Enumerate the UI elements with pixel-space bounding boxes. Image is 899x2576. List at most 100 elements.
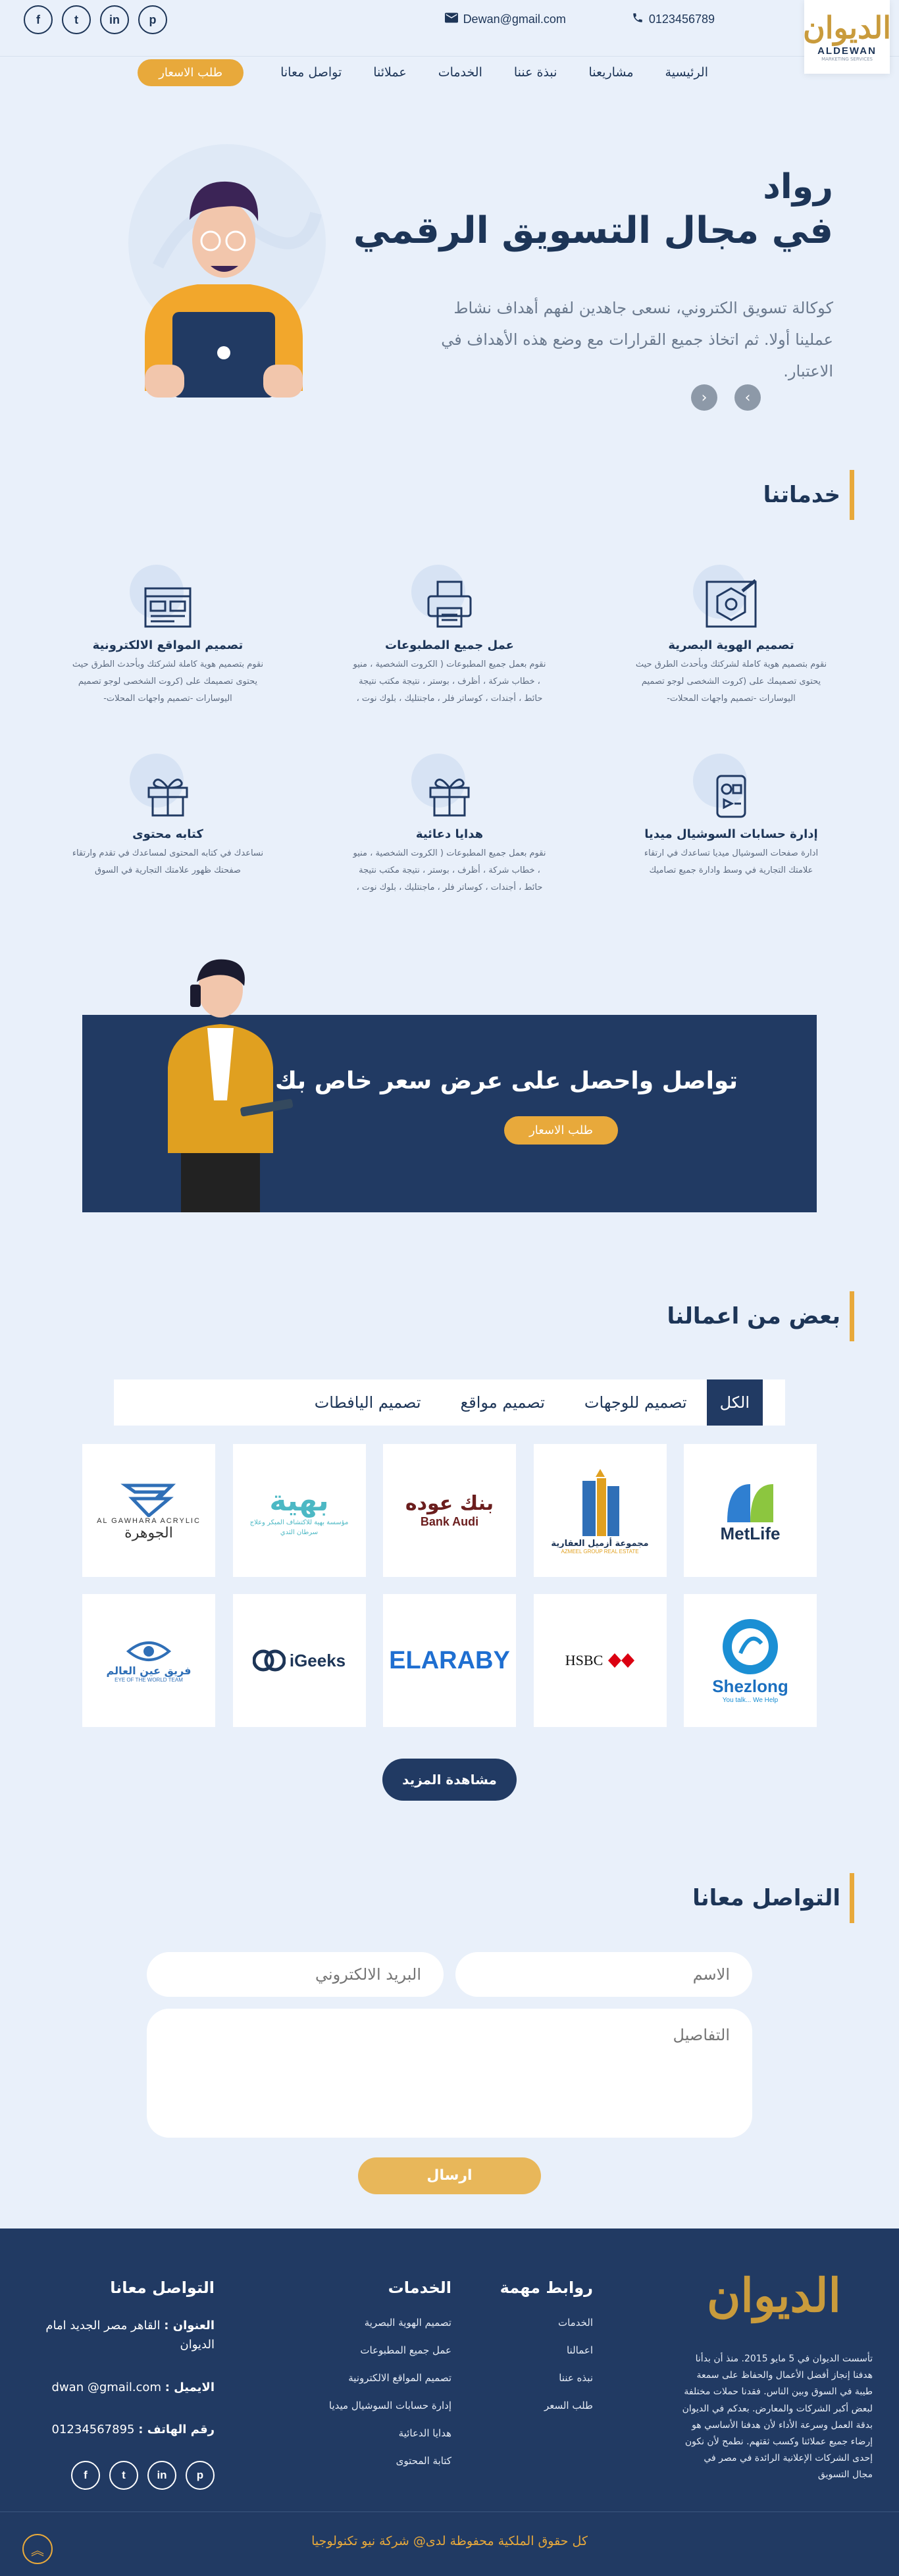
name-field[interactable]: [455, 1952, 752, 1997]
work-logo-card[interactable]: iGeeks: [232, 1594, 366, 1727]
linkedin-icon[interactable]: in: [147, 2461, 176, 2490]
arrow-left-icon[interactable]: ‹: [691, 384, 717, 411]
logo-arabic: الديوان: [802, 9, 892, 45]
service-title: هدايا دعائية: [415, 827, 484, 841]
work-logo-card[interactable]: ELARABY: [383, 1594, 516, 1727]
footer-service-link[interactable]: تصميم المواقع الالكترونية: [329, 2372, 451, 2384]
service-title: تصميم المواقع الالكترونية: [92, 638, 244, 652]
footer-service-link[interactable]: هدايا الدعائية: [329, 2427, 451, 2439]
tab-facade-design[interactable]: تصميم للوجهات: [565, 1379, 707, 1426]
footer-service-link[interactable]: عمل جميع المطبوعات: [329, 2344, 451, 2356]
nav-about[interactable]: نبذة عننا: [514, 65, 557, 80]
service-card[interactable]: هدايا دعائية نقوم بعمل جميع المطبوعات ( …: [351, 754, 548, 896]
copyright-text: كل حقوق الملكية محفوظة لدى@ شركة نيو تكن…: [311, 2534, 588, 2548]
email-field[interactable]: [147, 1952, 444, 1997]
work-logo-card[interactable]: Shezlong You talk... We Help: [684, 1594, 817, 1727]
service-card[interactable]: تصميم الهوية البصرية نقوم بتصميم هوية كا…: [632, 565, 830, 708]
footer-link[interactable]: طلب السعر: [500, 2400, 593, 2411]
footer-address-label: العنوان :: [164, 2319, 215, 2332]
footer-services-title: الخدمات: [388, 2279, 451, 2297]
tab-signage-design[interactable]: تصميم اليافطات: [295, 1379, 441, 1426]
footer-about: تأسست الديوان في 5 مايو 2015. منذ أن بدأ…: [682, 2354, 873, 2481]
contact-section: التواصل معانا ارسال: [0, 1873, 899, 2194]
hero-section: رواد في مجال التسويق الرقمي كوكالة تسويق…: [0, 95, 899, 470]
cta-title: تواصل واحصل على عرض سعر خاص بك: [275, 1068, 738, 1095]
work-logo-card[interactable]: HSBC: [533, 1594, 667, 1727]
send-button[interactable]: ارسال: [358, 2157, 541, 2194]
service-card[interactable]: كتابه محتوى نساعدك في كتابه المحتوى لمسا…: [69, 754, 267, 896]
linkedin-icon[interactable]: in: [100, 5, 129, 34]
hero-title-line-2: في مجال التسويق الرقمي: [353, 209, 833, 252]
header-email[interactable]: Dewan@gmail.com: [444, 12, 566, 27]
nav-contact[interactable]: تواصل معانا: [280, 65, 342, 80]
details-field[interactable]: [147, 2009, 752, 2138]
service-card[interactable]: إدارة حسابات السوشيال ميديا ادارة صفحات …: [632, 754, 830, 896]
shezlong-logo: [723, 1619, 778, 1674]
cta-request-price-button[interactable]: طلب الاسعار: [504, 1116, 618, 1145]
footer-link[interactable]: اعمالنا: [500, 2344, 593, 2356]
service-card[interactable]: تصميم المواقع الالكترونية نقوم بتصميم هو…: [69, 565, 267, 708]
pinterest-icon[interactable]: p: [186, 2461, 215, 2490]
work-logo-card[interactable]: بهية مؤسسة بهية للاكتشاف المبكر وعلاج سر…: [232, 1444, 366, 1577]
view-more-button[interactable]: مشاهدة المزيد: [382, 1759, 517, 1801]
scroll-to-top-icon[interactable]: ︽: [22, 2534, 53, 2564]
website-icon: [144, 587, 192, 628]
work-logo-name: Shezlong: [712, 1676, 788, 1696]
tab-website-design[interactable]: تصميم مواقع: [441, 1379, 565, 1426]
tab-all[interactable]: الكل: [706, 1379, 763, 1426]
footer-service-link[interactable]: تصميم الهوية البصرية: [329, 2317, 451, 2329]
header-phone[interactable]: 0123456789: [632, 12, 715, 27]
work-logo-sub: AL GAWHARA ACRYLIC: [97, 1516, 201, 1525]
work-logo-name: الجوهرة: [124, 1524, 173, 1541]
work-logo-sub: مؤسسة بهية للاكتشاف المبكر وعلاج سرطان ا…: [249, 1518, 349, 1536]
twitter-icon[interactable]: t: [109, 2461, 138, 2490]
heading-accent-bar: [850, 470, 854, 520]
work-logo-card[interactable]: بنك عوده Bank Audi: [383, 1444, 516, 1577]
metlife-logo: [727, 1483, 773, 1522]
cta-banner: تواصل واحصل على عرض سعر خاص بك طلب الاسع…: [82, 959, 817, 1212]
footer-email: الايميل : dwan @gmail.com: [17, 2379, 215, 2398]
work-logo-sub: Bank Audi: [420, 1515, 479, 1528]
work-logo-card[interactable]: مجموعة أزميل العقارية AZMEEL GROUP REAL …: [533, 1444, 667, 1577]
nav-projects[interactable]: مشاريعنا: [588, 65, 633, 80]
footer-service-link[interactable]: كتابة المحتوى: [329, 2455, 451, 2467]
phone-icon: [632, 12, 644, 27]
work-logo-name: HSBC: [565, 1652, 604, 1668]
work-logo-card[interactable]: فريق عين العالم EYE OF THE WORLD TEAM: [82, 1594, 215, 1727]
al-gawhara-logo: [120, 1483, 176, 1517]
footer-service-link[interactable]: إدارة حسابات السوشيال ميديا: [329, 2400, 451, 2411]
services-section: خدماتنا تصميم الهوية البصرية نقوم بتصميم…: [0, 470, 899, 896]
facebook-icon[interactable]: f: [71, 2461, 100, 2490]
hsbc-hexagon-icon: [608, 1653, 635, 1668]
service-card[interactable]: عمل جميع المطبوعات نقوم بعمل جميع المطبو…: [351, 565, 548, 708]
service-description: نقوم بتصميم هوية كاملة لشركتك وبأحدث الط…: [635, 659, 827, 704]
footer-socials: f t in p: [17, 2461, 215, 2490]
footer-phone-value[interactable]: 01234567895: [52, 2423, 135, 2436]
twitter-icon[interactable]: t: [62, 5, 91, 34]
facebook-icon[interactable]: f: [24, 5, 53, 34]
logo-latin: ALDEWAN: [817, 45, 877, 57]
site-logo[interactable]: الديوان ALDEWAN MARKETING SERVICES: [802, 0, 892, 74]
arrow-right-icon[interactable]: ›: [734, 384, 761, 411]
service-title: تصميم الهوية البصرية: [668, 638, 794, 652]
footer-link[interactable]: نبذه عننا: [500, 2372, 593, 2384]
work-logo-name: مجموعة أزميل العقارية: [551, 1539, 649, 1549]
footer-link[interactable]: الخدمات: [500, 2317, 593, 2329]
request-price-button[interactable]: طلب الاسعار: [138, 59, 244, 86]
nav-home[interactable]: الرئيسية: [665, 65, 708, 80]
footer-logo[interactable]: الديوان: [707, 2268, 841, 2323]
work-logo-name: فريق عين العالم: [106, 1664, 192, 1677]
work-logo-name: ELARABY: [389, 1646, 510, 1674]
footer-contact-column: التواصل معانا العنوان : القاهر مصر الجدي…: [17, 2279, 215, 2490]
service-description: نساعدك في كتابه المحتوى لمساعدك في تقدم …: [72, 848, 264, 875]
work-logo-card[interactable]: AL GAWHARA ACRYLIC الجوهرة: [82, 1444, 215, 1577]
nav-clients[interactable]: عملائنا: [373, 65, 406, 80]
work-logo-card[interactable]: MetLife: [684, 1444, 817, 1577]
header-email-text: Dewan@gmail.com: [463, 13, 566, 26]
services-title: خدماتنا: [763, 482, 840, 508]
pinterest-icon[interactable]: p: [138, 5, 167, 34]
footer-phone-label: رقم الهاتف :: [138, 2423, 215, 2437]
works-heading: بعض من اعمالنا: [0, 1291, 899, 1341]
footer-email-value[interactable]: dwan @gmail.com: [52, 2381, 161, 2394]
nav-services[interactable]: الخدمات: [438, 65, 482, 80]
